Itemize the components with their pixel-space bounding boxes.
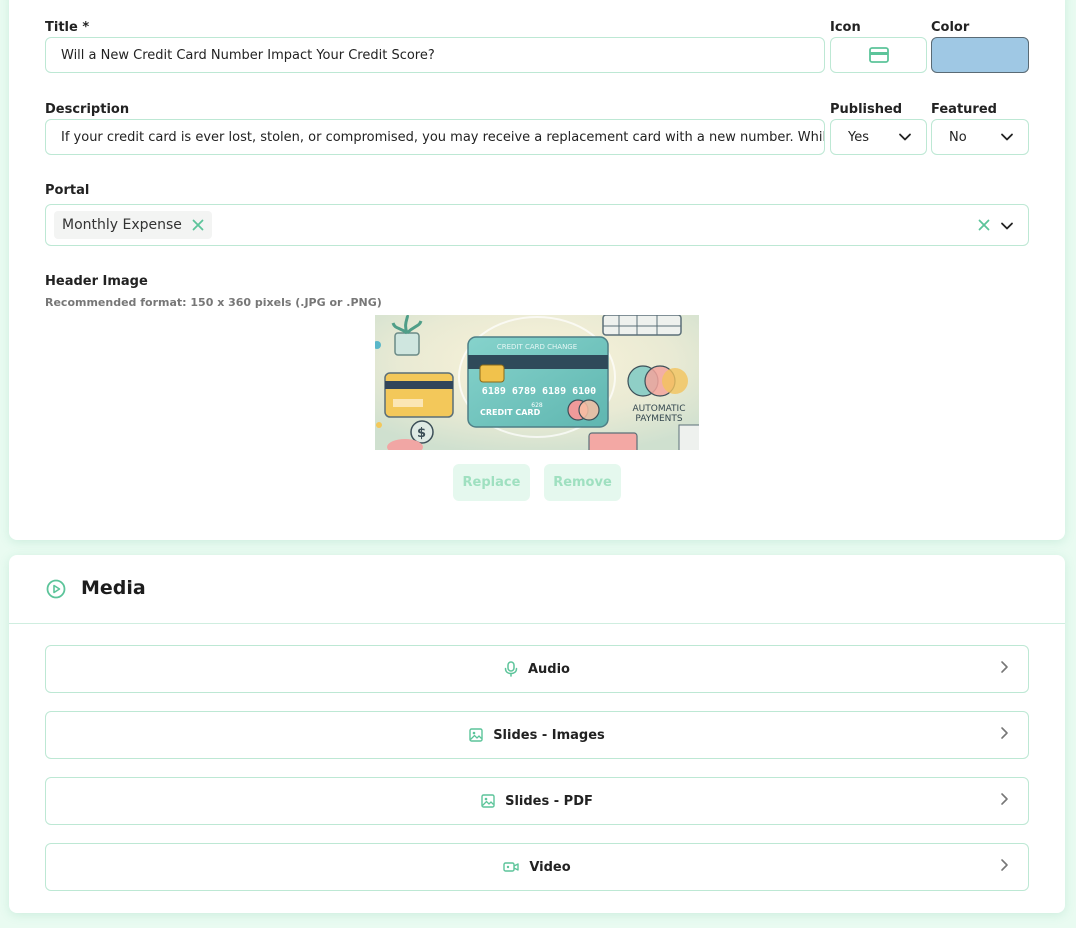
header-image-card-text: CREDIT CARD <box>480 408 541 417</box>
chevron-right-icon <box>1001 793 1008 805</box>
portal-multiselect[interactable]: Monthly Expense <box>45 204 1029 246</box>
chevron-right-icon <box>1001 727 1008 739</box>
chevron-right-icon <box>1001 661 1008 673</box>
featured-select[interactable]: No <box>931 119 1029 155</box>
description-input-value: If your credit card is ever lost, stolen… <box>61 129 824 145</box>
media-header-divider <box>9 623 1065 624</box>
featured-value: No <box>949 129 967 145</box>
portal-tag-label: Monthly Expense <box>62 217 182 233</box>
title-input-value: Will a New Credit Card Number Impact You… <box>61 47 435 63</box>
header-image-card-number: 6189 6789 6189 6100 <box>482 386 596 397</box>
remove-button[interactable]: Remove <box>544 464 621 501</box>
remove-tag-icon[interactable] <box>192 219 204 231</box>
featured-label: Featured <box>931 102 997 117</box>
media-item-label: Video <box>529 859 571 875</box>
header-image-hint: Recommended format: 150 x 360 pixels (.J… <box>45 296 382 309</box>
published-label: Published <box>830 102 903 117</box>
icon-label: Icon <box>830 20 861 35</box>
media-item-label: Slides - PDF <box>505 793 593 809</box>
chevron-down-icon[interactable] <box>1000 219 1014 233</box>
chevron-right-icon <box>1001 859 1008 871</box>
chevron-down-icon <box>899 133 911 141</box>
replace-button[interactable]: Replace <box>453 464 530 501</box>
header-image-illustration: $ CREDIT CARD CHANGE 6189 6789 6189 6100… <box>375 315 699 450</box>
description-label: Description <box>45 102 130 117</box>
description-input[interactable]: If your credit card is ever lost, stolen… <box>45 119 825 155</box>
header-image-caption: CREDIT CARD CHANGE <box>497 343 577 351</box>
media-item-label: Audio <box>527 661 570 677</box>
header-image-preview: $ CREDIT CARD CHANGE 6189 6789 6189 6100… <box>375 315 699 450</box>
media-item-video[interactable]: Video <box>45 843 1029 891</box>
media-item-audio[interactable]: Audio <box>45 645 1029 693</box>
media-section-title: Media <box>81 577 146 599</box>
icon-picker[interactable] <box>830 37 927 73</box>
portal-tag: Monthly Expense <box>54 211 212 239</box>
chevron-down-icon <box>1001 133 1013 141</box>
image-icon <box>469 728 483 742</box>
header-image-side-text-2: PAYMENTS <box>635 414 682 424</box>
title-input[interactable]: Will a New Credit Card Number Impact You… <box>45 37 825 73</box>
published-select[interactable]: Yes <box>830 119 927 155</box>
title-label: Title * <box>45 20 90 35</box>
portal-label: Portal <box>45 183 90 198</box>
published-value: Yes <box>848 129 869 145</box>
media-item-slides-images[interactable]: Slides - Images <box>45 711 1029 759</box>
header-image-label: Header Image <box>45 274 148 289</box>
media-item-slides-pdf[interactable]: Slides - PDF <box>45 777 1029 825</box>
image-icon <box>481 794 495 808</box>
video-icon <box>503 862 520 872</box>
article-form-card <box>9 0 1065 540</box>
color-swatch[interactable] <box>931 37 1029 73</box>
header-image-side-text-1: AUTOMATIC <box>633 404 686 414</box>
clear-all-icon[interactable] <box>978 219 990 231</box>
color-label: Color <box>931 20 970 35</box>
svg-text:$: $ <box>417 426 426 441</box>
play-circle-icon <box>46 579 66 599</box>
microphone-icon <box>504 661 518 677</box>
media-item-label: Slides - Images <box>493 727 605 743</box>
credit-card-icon <box>868 47 889 63</box>
